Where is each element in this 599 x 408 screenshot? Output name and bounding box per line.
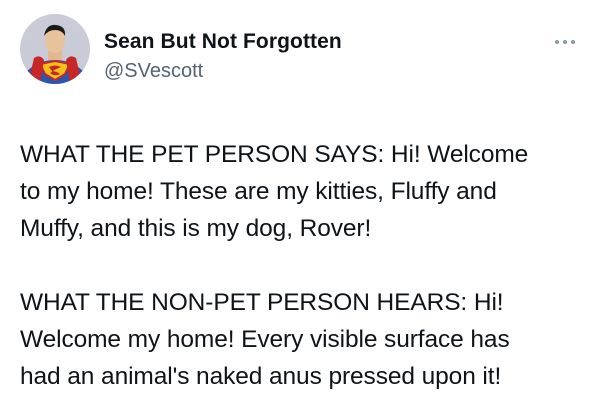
tweet-card: Sean But Not Forgotten @SVescott WHAT TH… bbox=[0, 0, 599, 408]
tweet-line: Muffy, and this is my dog, Rover! bbox=[20, 215, 372, 242]
more-options-icon[interactable] bbox=[554, 38, 576, 46]
tweet-line: had an animal's naked anus pressed upon … bbox=[20, 363, 502, 390]
author-handle[interactable]: @SVescott bbox=[104, 58, 203, 84]
tweet-line: Welcome my home! Every visible surface h… bbox=[20, 326, 510, 353]
tweet-paragraph-2: WHAT THE NON-PET PERSON HEARS: Hi! Welco… bbox=[20, 284, 590, 395]
tweet-line: WHAT THE PET PERSON SAYS: Hi! Welcome bbox=[20, 141, 529, 168]
superman-avatar-icon[interactable] bbox=[20, 14, 90, 84]
tweet-paragraph-1: WHAT THE PET PERSON SAYS: Hi! Welcome to… bbox=[20, 136, 590, 247]
author-display-name[interactable]: Sean But Not Forgotten bbox=[104, 29, 342, 55]
tweet-line: to my home! These are my kitties, Fluffy… bbox=[20, 178, 497, 205]
tweet-line: WHAT THE NON-PET PERSON HEARS: Hi! bbox=[20, 289, 504, 316]
tweet-text: WHAT THE PET PERSON SAYS: Hi! Welcome to… bbox=[20, 136, 590, 395]
